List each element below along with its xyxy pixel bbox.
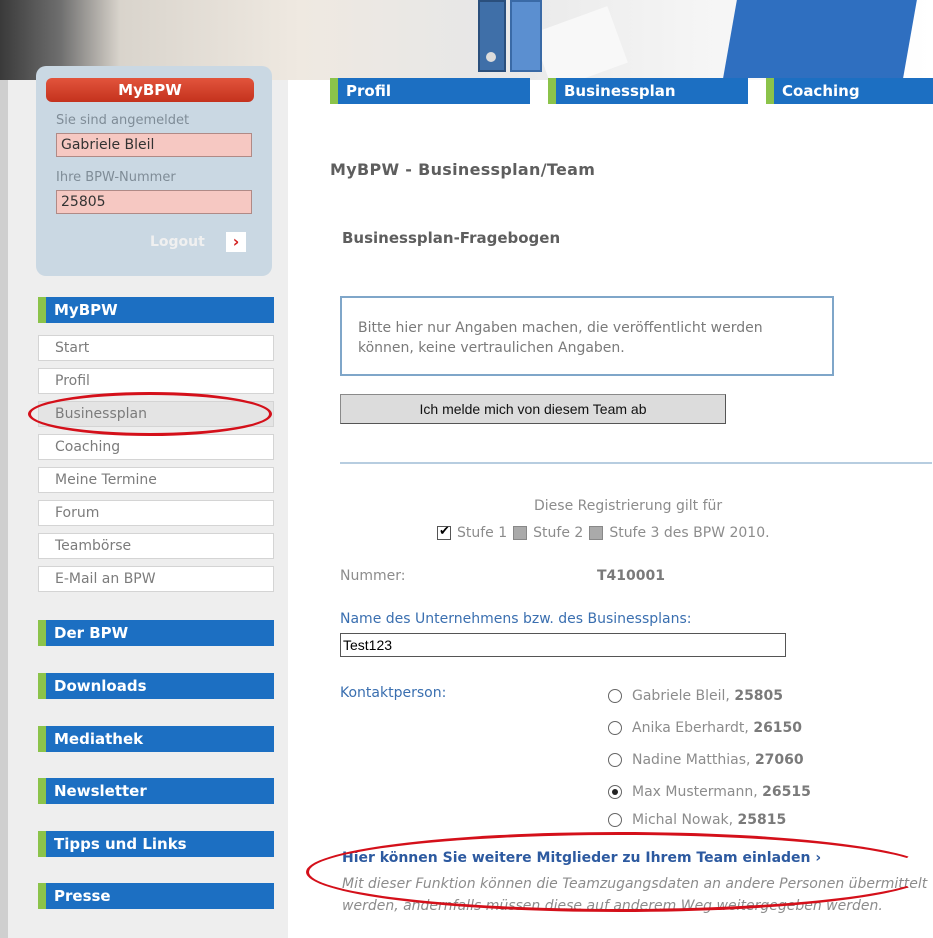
sidebar-item-meine-termine[interactable]: Meine Termine	[38, 467, 274, 493]
registration-info: Diese Registrierung gilt für	[534, 498, 723, 514]
invite-description: Mit dieser Funktion können die Teamzugan…	[342, 876, 928, 914]
sidebar-header-mybpw[interactable]: MyBPW	[38, 297, 274, 323]
user-name-field: Gabriele Bleil	[56, 133, 252, 157]
stage-1-label: Stufe 1	[457, 525, 508, 541]
contact-radio[interactable]	[608, 813, 622, 827]
chevron-right-icon[interactable]: ›	[226, 232, 246, 252]
invite-members-link[interactable]: Hier können Sie weitere Mitglieder zu Ih…	[342, 850, 821, 866]
contact-radio-selected[interactable]	[608, 785, 622, 799]
stage-2-label: Stufe 2	[533, 525, 584, 541]
contact-option[interactable]: Nadine Matthias, 27060	[608, 752, 804, 768]
sidebar-item-start[interactable]: Start	[38, 335, 274, 361]
header-binder-decoration	[510, 0, 542, 72]
tab-coaching[interactable]: Coaching	[766, 78, 933, 104]
stage-checkboxes: Stufe 1 Stufe 2 Stufe 3 des BPW 2010.	[437, 524, 770, 541]
stage-3-label: Stufe 3 des BPW 2010.	[609, 525, 770, 541]
contact-name: Max Mustermann, 26515	[632, 784, 811, 800]
contact-radio[interactable]	[608, 721, 622, 735]
stage-2-checkbox[interactable]	[513, 526, 528, 540]
section-title: Businessplan-Fragebogen	[342, 229, 561, 247]
login-box-title: MyBPW	[46, 78, 254, 102]
contact-name: Michal Nowak, 25815	[632, 812, 787, 828]
logged-in-label: Sie sind angemeldet	[56, 113, 190, 128]
bpw-number-label: Ihre BPW-Nummer	[56, 170, 176, 185]
sidebar-item-forum[interactable]: Forum	[38, 500, 274, 526]
company-name-input[interactable]	[340, 633, 786, 657]
sidebar-item-teamboerse[interactable]: Teambörse	[38, 533, 274, 559]
header-binder-ring	[486, 52, 496, 62]
sidebar-header-newsletter[interactable]: Newsletter	[38, 778, 274, 804]
sidebar-header-tipps-und-links[interactable]: Tipps und Links	[38, 831, 274, 857]
tab-businessplan[interactable]: Businessplan	[548, 78, 748, 104]
contact-name: Anika Eberhardt, 26150	[632, 720, 803, 736]
sidebar-header-mediathek[interactable]: Mediathek	[38, 726, 274, 752]
bpw-number-field: 25805	[56, 190, 252, 214]
contact-option[interactable]: Michal Nowak, 25815	[608, 812, 786, 828]
sidebar-item-profil[interactable]: Profil	[38, 368, 274, 394]
sidebar-item-email-an-bpw[interactable]: E-Mail an BPW	[38, 566, 274, 592]
number-value: T410001	[597, 568, 665, 584]
header-paper-decoration	[532, 6, 628, 80]
stage-1-checkbox[interactable]	[437, 524, 451, 540]
contact-person-label: Kontaktperson:	[340, 685, 447, 701]
sidebar-header-presse[interactable]: Presse	[38, 883, 274, 909]
divider	[340, 462, 932, 464]
leave-team-button[interactable]: Ich melde mich von diesem Team ab	[340, 394, 726, 424]
contact-option[interactable]: Anika Eberhardt, 26150	[608, 720, 802, 736]
number-label: Nummer:	[340, 568, 406, 584]
tab-profil[interactable]: Profil	[330, 78, 530, 104]
sidebar-item-coaching[interactable]: Coaching	[38, 434, 274, 460]
notice-box: Bitte hier nur Angaben machen, die veröf…	[340, 296, 834, 376]
contact-option[interactable]: Max Mustermann, 26515	[608, 784, 811, 800]
header-blue-decoration	[723, 0, 917, 78]
contact-radio[interactable]	[608, 753, 622, 767]
sidebar-item-businessplan[interactable]: Businessplan	[38, 401, 274, 427]
stage-3-checkbox[interactable]	[589, 526, 604, 540]
page-title: MyBPW - Businessplan/Team	[330, 160, 596, 179]
contact-option[interactable]: Gabriele Bleil, 25805	[608, 688, 783, 704]
logout-link[interactable]: Logout	[150, 234, 205, 250]
contact-name: Gabriele Bleil, 25805	[632, 688, 784, 704]
company-name-label: Name des Unternehmens bzw. des Businessp…	[340, 611, 692, 627]
contact-radio[interactable]	[608, 689, 622, 703]
sidebar-header-der-bpw[interactable]: Der BPW	[38, 620, 274, 646]
contact-name: Nadine Matthias, 27060	[632, 752, 804, 768]
sidebar-header-downloads[interactable]: Downloads	[38, 673, 274, 699]
notice-text: Bitte hier nur Angaben machen, die veröf…	[358, 320, 763, 356]
